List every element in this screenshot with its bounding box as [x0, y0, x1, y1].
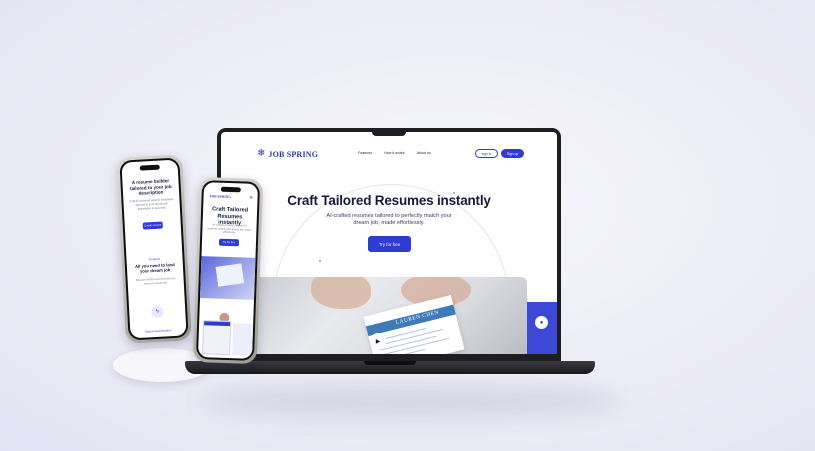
hero-decorative-dot	[319, 260, 321, 262]
nav-link-how-it-works[interactable]: How it works	[384, 151, 404, 155]
phone-right-screen: JOB SPRING ≡ Craft Tailored Resumes inst…	[197, 182, 259, 359]
phone-right-hero-image	[200, 256, 256, 300]
snowflake-logo-icon: ❄	[257, 148, 266, 159]
sign-up-button[interactable]: Sign up	[501, 149, 524, 158]
hamburger-menu-icon[interactable]: ≡	[250, 195, 253, 201]
phone-left-section-text: Discover all the tools that help you lan…	[135, 276, 176, 286]
phone-left-hero-text: Craft AI-powered resume templates, tailo…	[128, 196, 174, 212]
create-resume-button[interactable]: Create resume	[142, 221, 163, 230]
hero-title: Craft Tailored Resumes instantly	[287, 193, 491, 208]
nav-link-about-us[interactable]: About us	[417, 151, 431, 155]
phone-try-for-free-button[interactable]: Try for free	[218, 238, 240, 247]
logo-text: JOB SPRING	[268, 149, 319, 159]
laptop-base-notch	[364, 361, 416, 365]
resume-preview-header	[204, 321, 231, 327]
phone-right: JOB SPRING ≡ Craft Tailored Resumes inst…	[192, 176, 264, 365]
laptop-camera-notch	[372, 128, 406, 136]
phone-left-feature-label: Speed customization	[145, 328, 172, 334]
photo-hand	[311, 277, 371, 309]
play-icon[interactable]: ▶	[370, 333, 386, 349]
phone-right-logo[interactable]: JOB SPRING	[210, 194, 232, 199]
laptop-screen: ❄ JOB SPRING Features How it works About…	[221, 132, 557, 354]
nav-links: Features How it works About us	[358, 151, 431, 155]
nav-link-features[interactable]: Features	[358, 151, 372, 155]
site-navbar: ❄ JOB SPRING Features How it works About…	[221, 146, 557, 162]
hero-subtitle: AI-crafted resumes tailored to perfectly…	[326, 213, 452, 226]
chat-bubble-icon[interactable]: ●	[535, 316, 548, 329]
sign-in-button[interactable]: sign in	[475, 149, 498, 158]
phone-right-hero-text: AI-crafted resumes tailored to perfectly…	[207, 223, 252, 235]
dynamic-island	[139, 164, 160, 171]
chat-widget-panel: ●	[527, 302, 557, 354]
lightning-icon: ϟ	[150, 305, 164, 319]
site-logo[interactable]: ❄ JOB SPRING	[257, 149, 318, 159]
resume-preview-card	[202, 320, 232, 356]
floor-shadow	[200, 384, 620, 418]
phone-left: A resume builder tailored to your job de…	[116, 154, 192, 344]
resume-document	[215, 263, 245, 287]
phone-left-hero-title: A resume builder tailored to your job de…	[129, 178, 172, 196]
phone-left-section-title: All you need to land your dream job	[134, 261, 175, 274]
try-for-free-button[interactable]: Try for free	[368, 236, 411, 252]
phone-left-screen: A resume builder tailored to your job de…	[121, 159, 187, 339]
hero-video-thumbnail[interactable]: LAUREN CHEN ▶	[251, 277, 527, 354]
resume-editor-panel	[232, 323, 256, 356]
dynamic-island	[220, 186, 241, 193]
laptop: ❄ JOB SPRING Features How it works About…	[217, 128, 561, 362]
